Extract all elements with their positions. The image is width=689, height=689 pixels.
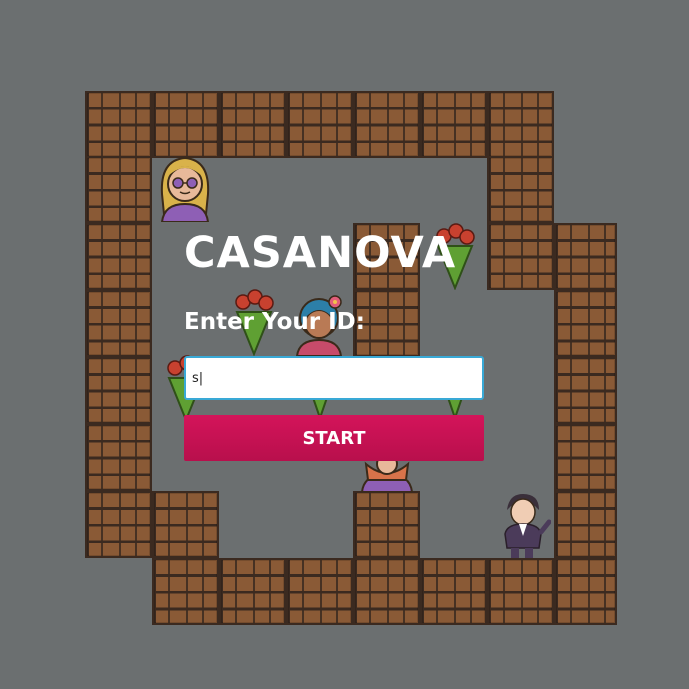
brick-wall	[286, 558, 353, 625]
brick-wall	[487, 223, 554, 290]
id-label: Enter Your ID:	[184, 309, 365, 335]
id-input[interactable]	[184, 356, 484, 400]
brick-wall	[554, 290, 617, 357]
brick-wall	[420, 91, 487, 158]
brick-wall	[152, 91, 219, 158]
start-button[interactable]: START	[184, 415, 484, 461]
brick-wall	[85, 91, 152, 158]
brick-wall	[152, 558, 219, 625]
brick-wall	[420, 558, 487, 625]
brick-wall	[85, 491, 152, 558]
brick-wall	[554, 491, 617, 558]
casanova-player-icon	[504, 494, 551, 558]
blonde-girl-icon	[160, 156, 210, 222]
game-title: CASANOVA	[184, 228, 457, 278]
brick-wall	[353, 91, 420, 158]
orange-hair-girl-icon	[360, 458, 414, 492]
brick-wall	[487, 156, 554, 223]
brick-wall	[487, 91, 554, 158]
brick-wall	[85, 424, 152, 491]
brick-wall	[487, 558, 554, 625]
brick-wall	[219, 558, 286, 625]
brick-wall	[286, 91, 353, 158]
brick-wall	[85, 223, 152, 290]
brick-wall	[353, 491, 420, 558]
brick-wall	[353, 558, 420, 625]
brick-wall	[554, 357, 617, 424]
brick-wall	[85, 156, 152, 223]
brick-wall	[554, 424, 617, 491]
brick-wall	[554, 223, 617, 290]
brick-wall	[152, 491, 219, 558]
game-board	[0, 0, 689, 689]
brick-wall	[85, 357, 152, 424]
brick-wall	[85, 290, 152, 357]
brick-wall	[554, 558, 617, 625]
brick-wall	[219, 91, 286, 158]
